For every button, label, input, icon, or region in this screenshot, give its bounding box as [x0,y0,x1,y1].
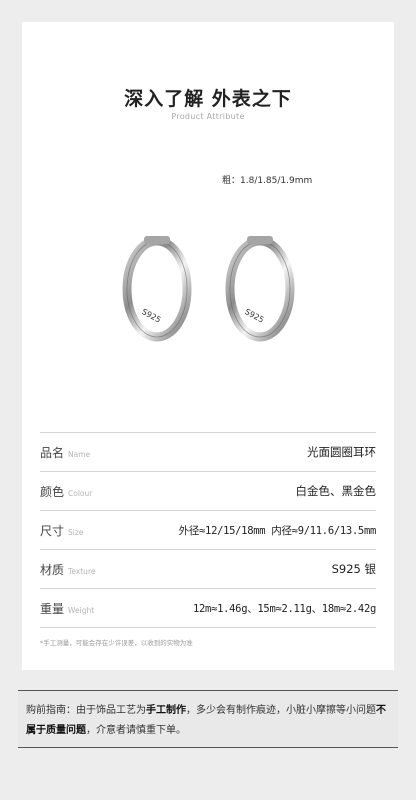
spec-value: 外径≈12/15/18mm 内径≈9/11.6/13.5mm [178,524,377,537]
spec-value: 光面圆圈耳环 [307,445,376,459]
spec-value: 白金色、黑金色 [295,484,377,498]
spec-row-texture: 材质 Texture S925 银 [40,550,376,589]
hinge-clasp [247,236,273,244]
spec-label-en: Size [68,527,84,537]
right-earring: S925 [225,236,295,342]
spec-row-weight: 重量 Weight 12m≈1.46g、15m≈2.11g、18m≈2.42g [40,589,376,628]
guide-bold: 手工制作 [146,705,186,716]
product-attribute-card: 深入了解 外表之下 Product Attribute 粗：1.8/1.85/1… [22,22,394,670]
spec-row-size: 尺寸 Size 外径≈12/15/18mm 内径≈9/11.6/13.5mm [40,511,376,550]
guide-text: ，介意者请慎重下单。 [86,725,186,736]
spec-label: 尺寸 [40,523,65,538]
hinge-clasp [144,236,170,244]
left-earring: S925 [122,236,192,342]
spec-label: 重量 [40,601,65,616]
measurement-note: *手工测量，可能会存在少许误差，以收到的实物为准 [40,639,193,647]
spec-table: 品名 Name 光面圆圈耳环 颜色 Colour 白金色、黑金色 尺寸 Size 外径… [40,432,376,628]
spec-label: 品名 [40,445,65,460]
engraving-text: S925 [140,307,162,325]
guide-text: 购前指南：由于饰品工艺为 [26,705,146,716]
spec-row-name: 品名 Name 光面圆圈耳环 [40,432,376,472]
engraving-text: S925 [243,307,265,325]
spec-value: 12m≈1.46g、15m≈2.11g、18m≈2.42g [193,602,376,615]
guide-text: ，多少会有制作痕迹，小脏小摩擦等小问题 [186,705,376,716]
spec-label: 颜色 [40,484,65,499]
spec-label-en: Name [68,449,91,459]
spec-label-en: Colour [68,488,93,498]
spec-row-colour: 颜色 Colour 白金色、黑金色 [40,472,376,511]
spec-label-en: Texture [68,566,96,576]
spec-label: 材质 [40,562,65,577]
spec-label-en: Weight [68,605,95,615]
spec-value: S925 银 [331,562,376,576]
purchase-guide: 购前指南：由于饰品工艺为手工制作，多少会有制作痕迹，小脏小摩擦等小问题不属于质量… [18,690,398,748]
